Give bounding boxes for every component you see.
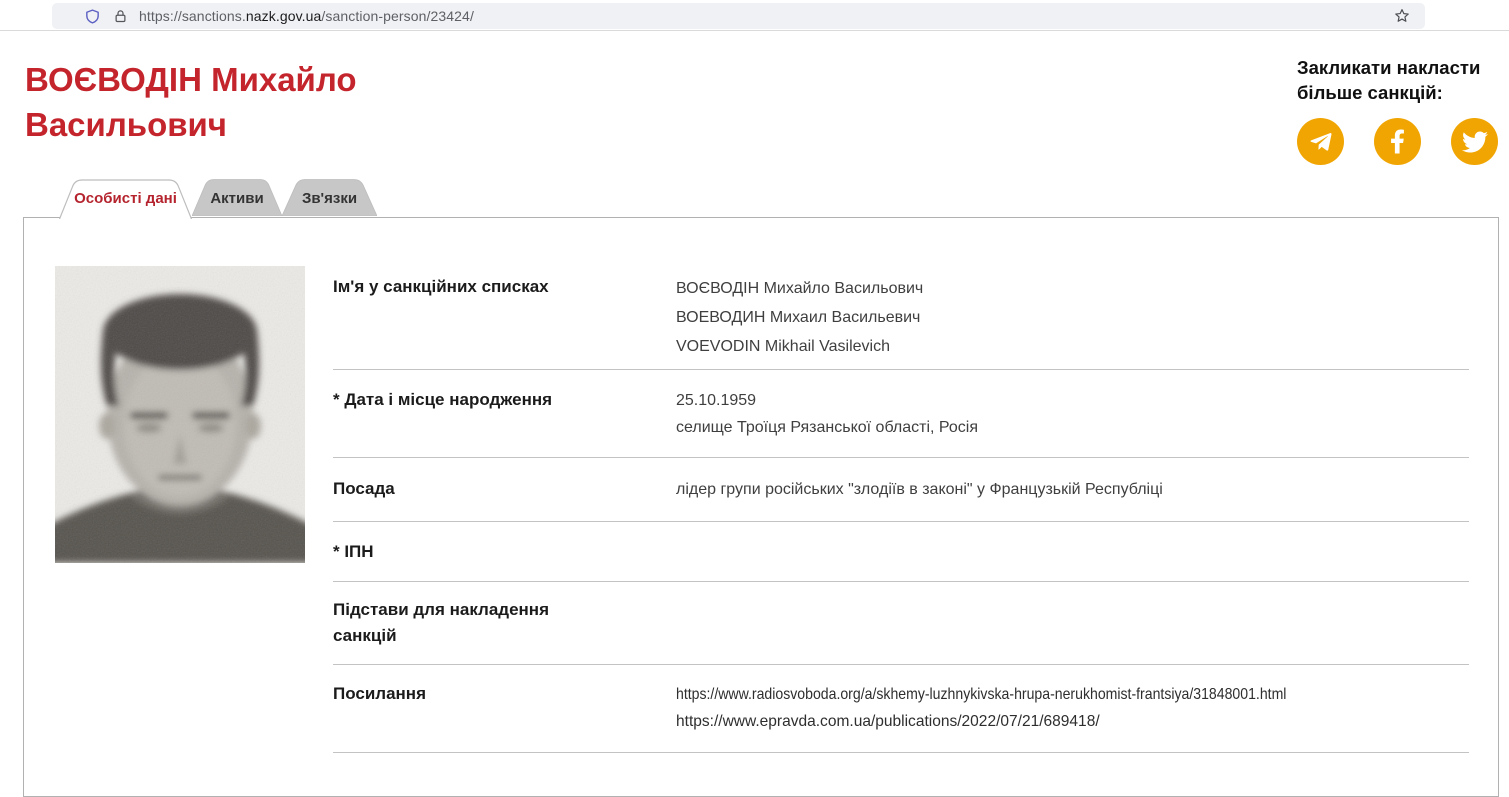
tab-label: Активи [192, 179, 282, 219]
row-values: ВОЄВОДІН Михайло Васильович ВОЕВОДИН Мих… [676, 274, 1469, 361]
twitter-share-button[interactable] [1451, 118, 1498, 165]
row-label: Посилання [333, 681, 567, 735]
name-variant: VOEVODIN Mikhail Vasilevich [676, 332, 1469, 361]
row-values [676, 597, 1469, 649]
tab-label: Особисті дані [59, 179, 192, 219]
twitter-icon [1462, 129, 1488, 155]
person-photo-image [55, 266, 305, 563]
profile-table: Ім'я у санкційних списках ВОЄВОДІН Михай… [333, 218, 1469, 753]
telegram-share-button[interactable] [1297, 118, 1344, 165]
name-variant: ВОЕВОДИН Михаил Васильевич [676, 303, 1469, 332]
facebook-share-button[interactable] [1374, 118, 1421, 165]
table-row-grounds: Підстави для накладення санкцій [333, 582, 1469, 665]
tab-bar: Особисті дані Активи Зв'язки [59, 179, 377, 217]
tab-personal-data[interactable]: Особисті дані [59, 179, 192, 217]
share-label: Закликати накласти більше санкцій: [1297, 55, 1498, 105]
url-prefix: https://sanctions. [139, 8, 246, 24]
facebook-icon [1390, 128, 1405, 155]
url-text: https://sanctions.nazk.gov.ua/sanction-p… [139, 8, 474, 24]
row-label: * ІПН [333, 539, 567, 565]
birth-place: селище Троїця Рязанської області, Росія [676, 414, 1469, 441]
table-row-birth: * Дата і місце народження 25.10.1959 сел… [333, 370, 1469, 458]
reference-link[interactable]: https://www.radiosvoboda.org/a/skhemy-lu… [676, 681, 1374, 708]
tab-connections[interactable]: Зв'язки [282, 179, 377, 217]
table-row-position: Посада лідер групи російських "злодіїв в… [333, 458, 1469, 522]
row-values [676, 539, 1469, 565]
telegram-icon [1309, 130, 1333, 154]
row-label: Ім'я у санкційних списках [333, 274, 567, 361]
tab-label: Зв'язки [282, 179, 377, 219]
star-icon[interactable] [1393, 7, 1411, 30]
share-panel: Закликати накласти більше санкцій: [1297, 55, 1498, 165]
lock-icon[interactable] [113, 9, 128, 24]
person-photo [55, 266, 305, 563]
share-icons [1297, 118, 1498, 165]
row-label: Підстави для накладення санкцій [333, 597, 567, 649]
row-label: * Дата і місце народження [333, 387, 567, 441]
tab-assets[interactable]: Активи [192, 179, 282, 217]
row-values: 25.10.1959 селище Троїця Рязанської обла… [676, 387, 1469, 441]
shield-icon[interactable] [84, 8, 101, 25]
row-label: Посада [333, 476, 567, 503]
reference-link[interactable]: https://www.epravda.com.ua/publications/… [676, 708, 1445, 735]
table-row-ipn: * ІПН [333, 522, 1469, 582]
url-path: /sanction-person/23424/ [321, 8, 474, 24]
url-domain: nazk.gov.ua [246, 8, 322, 24]
table-row-references: Посилання https://www.radiosvoboda.org/a… [333, 665, 1469, 753]
table-row-name: Ім'я у санкційних списках ВОЄВОДІН Михай… [333, 218, 1469, 370]
birth-date: 25.10.1959 [676, 387, 1469, 414]
name-variant: ВОЄВОДІН Михайло Васильович [676, 274, 1469, 303]
url-bar[interactable]: https://sanctions.nazk.gov.ua/sanction-p… [52, 3, 1425, 29]
position-value: лідер групи російських "злодіїв в законі… [676, 476, 1469, 503]
content-panel: Ім'я у санкційних списках ВОЄВОДІН Михай… [23, 217, 1499, 797]
row-values: https://www.radiosvoboda.org/a/skhemy-lu… [676, 681, 1469, 735]
browser-chrome: https://sanctions.nazk.gov.ua/sanction-p… [0, 0, 1509, 31]
page-title: ВОЄВОДІН Михайло Васильович [25, 57, 495, 147]
row-values: лідер групи російських "злодіїв в законі… [676, 476, 1469, 503]
